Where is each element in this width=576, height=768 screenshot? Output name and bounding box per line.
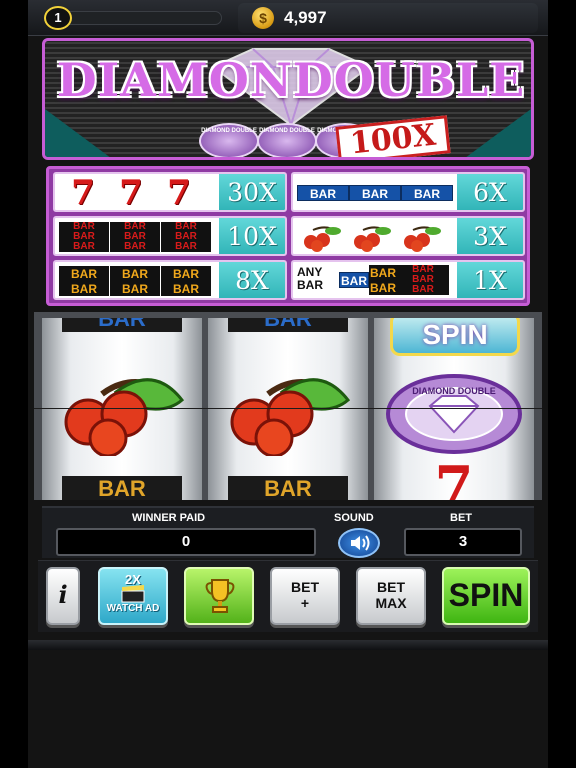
diamond-double-symbol xyxy=(386,374,522,454)
bar-icon: BAR xyxy=(228,476,348,500)
bet-value: 3 xyxy=(404,528,522,556)
paytable-symbols: BAR BAR BAR xyxy=(297,178,457,208)
game-logo-title: DIAMONDOUBLE xyxy=(56,53,526,107)
watch-ad-button[interactable]: 2X WATCH AD xyxy=(98,567,168,625)
watch-ad-label: WATCH AD xyxy=(106,603,160,614)
diamond-badge: DIAMOND DOUBLE xyxy=(257,123,317,157)
paytable-multiplier: 6X xyxy=(457,174,523,210)
speaker-icon xyxy=(351,535,370,551)
payline xyxy=(34,408,542,409)
paytable-row: BAR BAR BAR BAR BAR BAR 8X xyxy=(53,260,287,300)
sound-button[interactable] xyxy=(338,528,380,558)
reels-area: BAR BAR BAR BAR SPIN DIAMOND DOUBLE 7 xyxy=(34,312,542,500)
slot-machine: 1 $ 4,997 DIAMONDOUBLE DIAMOND DOUBLE DI… xyxy=(28,0,548,768)
info-bar: WINNER PAID 0 SOUND BET 3 xyxy=(42,506,534,558)
decorative-corner-left xyxy=(45,109,115,157)
double-bar-icon: BAR BAR xyxy=(161,266,211,296)
triple-bar-icon: BAR BAR BAR xyxy=(110,222,160,252)
cherry-icon xyxy=(404,226,441,252)
bar-icon: BAR xyxy=(228,318,348,332)
paytable-symbols: BAR BAR BAR BAR BAR BAR BAR BAR BAR xyxy=(59,222,219,252)
trophy-button[interactable] xyxy=(184,567,254,625)
reel-2: BAR BAR xyxy=(208,318,368,500)
bar-icon: BAR xyxy=(401,185,453,201)
triple-bar-icon: BAR BAR BAR xyxy=(59,222,109,252)
cherry-icon xyxy=(354,226,391,252)
seven-icon: 7 xyxy=(119,173,143,212)
diamond-badge: DIAMOND DOUBLE xyxy=(199,123,259,157)
cherry-icon xyxy=(230,378,351,456)
control-bar: i 2X WATCH AD BET + BET MAX SPIN xyxy=(38,560,538,632)
any-bar-label: ANY BAR xyxy=(297,265,323,292)
spin-symbol: SPIN xyxy=(390,318,520,356)
title-panel: DIAMONDOUBLE DIAMOND DOUBLE DIAMOND DOUB… xyxy=(42,38,534,160)
bottom-strip xyxy=(28,640,548,650)
seven-icon: 7 xyxy=(434,454,474,500)
coin-icon: $ xyxy=(252,7,274,29)
sound-label: SOUND xyxy=(334,512,374,524)
info-button[interactable]: i xyxy=(46,567,80,625)
winner-paid-label: WINNER PAID xyxy=(132,512,206,524)
coin-balance[interactable]: $ 4,997 xyxy=(238,3,538,33)
decorative-corner-right xyxy=(461,109,531,157)
bar-icon: BAR xyxy=(297,185,349,201)
mixed-bar-icon: BAR BAR BAR BAR BAR BAR xyxy=(339,265,457,297)
paytable-multiplier: 8X xyxy=(219,262,285,298)
paytable-row: 3X xyxy=(291,216,525,256)
paytable-row: BAR BAR BAR BAR BAR BAR BAR BAR BAR 10X xyxy=(53,216,287,256)
trophy-icon xyxy=(205,579,235,613)
paytable-multiplier: 30X xyxy=(219,174,285,210)
winner-paid-value: 0 xyxy=(56,528,316,556)
level-badge: 1 xyxy=(44,6,72,30)
paytable-multiplier: 1X xyxy=(457,262,523,298)
bet-max-button[interactable]: BET MAX xyxy=(356,567,426,625)
paytable-symbols xyxy=(297,222,457,252)
reel-3: SPIN DIAMOND DOUBLE 7 xyxy=(374,318,534,500)
double-bar-icon: BAR BAR xyxy=(59,266,109,296)
bar-icon: BAR xyxy=(62,318,182,332)
cherry-icon xyxy=(304,226,341,252)
paytable-row: 777 30X xyxy=(53,172,287,212)
bet-plus-button[interactable]: BET + xyxy=(270,567,340,625)
bar-icon: BAR xyxy=(349,185,401,201)
triple-bar-icon: BAR BAR BAR xyxy=(161,222,211,252)
double-bar-icon: BAR BAR xyxy=(110,266,160,296)
seven-icon: 7 xyxy=(167,173,191,212)
paytable-row: ANY BAR BAR BAR BAR BAR BAR BAR 1X xyxy=(291,260,525,300)
reel-1: BAR BAR xyxy=(42,318,202,500)
coin-count: 4,997 xyxy=(284,8,327,27)
spin-button[interactable]: SPIN xyxy=(442,567,530,625)
paytable-symbols: 777 xyxy=(59,173,219,212)
bar-icon: BAR xyxy=(62,476,182,500)
paytable-row: BAR BAR BAR 6X xyxy=(291,172,525,212)
level-progress-bar xyxy=(58,11,222,25)
seven-icon: 7 xyxy=(71,173,95,212)
top-bar: 1 $ 4,997 xyxy=(28,0,548,36)
clapperboard-icon xyxy=(121,585,145,603)
bet-label: BET xyxy=(450,512,472,524)
paytable-multiplier: 3X xyxy=(457,218,523,254)
paytable: 777 30X BAR BAR BAR 6X BAR BAR BAR BAR BAR BAR B… xyxy=(46,166,530,306)
paytable-symbols: BAR BAR BAR BAR BAR BAR xyxy=(59,266,219,296)
diamond-double-label: DIAMOND DOUBLE xyxy=(412,386,496,396)
cherry-icon xyxy=(64,378,185,456)
paytable-multiplier: 10X xyxy=(219,218,285,254)
level-progress: 1 xyxy=(44,6,222,30)
